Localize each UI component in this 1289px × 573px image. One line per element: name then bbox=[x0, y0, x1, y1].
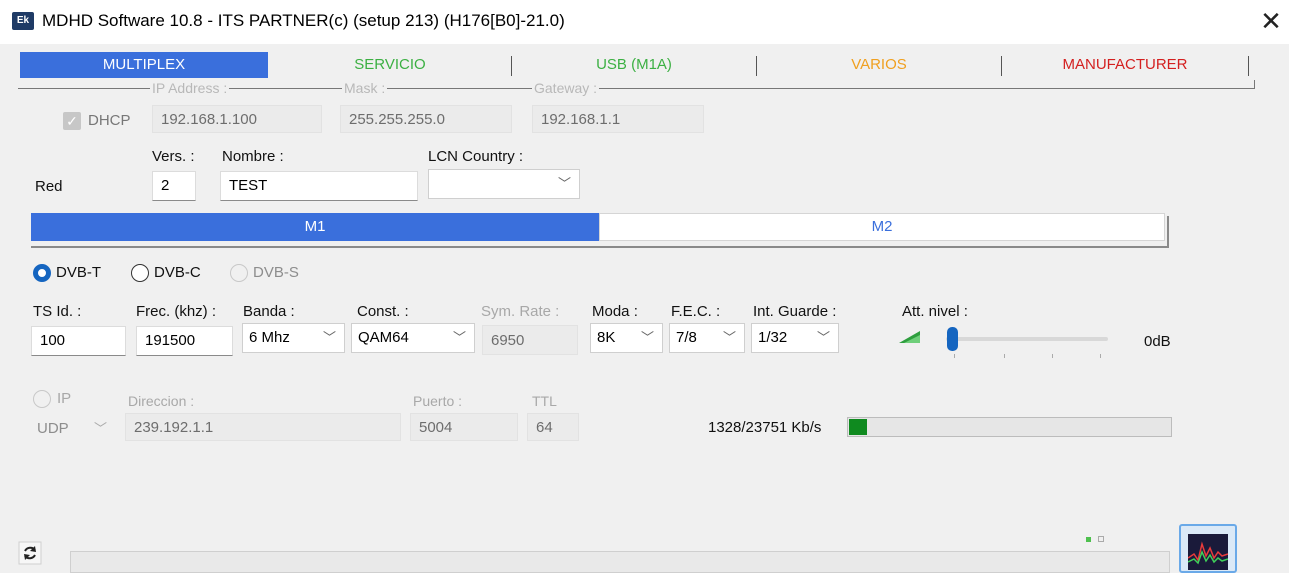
puerto-label: Puerto : bbox=[413, 393, 463, 409]
protocol-select[interactable]: UDP ﹀ bbox=[31, 415, 119, 443]
att-slider-thumb[interactable] bbox=[947, 327, 958, 351]
signal-icon bbox=[899, 331, 920, 343]
att-nivel-label: Att. nivel : bbox=[902, 303, 968, 320]
chevron-down-icon: ﹀ bbox=[93, 421, 107, 436]
att-value: 0dB bbox=[1144, 333, 1171, 350]
group-line-end bbox=[1254, 80, 1255, 89]
ttl-field[interactable]: 64 bbox=[527, 413, 579, 441]
lcn-country-label: LCN Country : bbox=[428, 148, 524, 165]
att-slider-track[interactable] bbox=[946, 337, 1108, 341]
tab-m1[interactable]: M1 bbox=[31, 213, 599, 241]
chevron-down-icon: ﹀ bbox=[557, 176, 571, 191]
const-label: Const. : bbox=[357, 303, 409, 320]
puerto-field[interactable]: 5004 bbox=[410, 413, 518, 441]
spectrum-button[interactable] bbox=[1179, 524, 1237, 573]
dvb-s-radio[interactable] bbox=[230, 264, 248, 282]
sym-rate-field[interactable]: 6950 bbox=[482, 325, 578, 355]
nombre-input[interactable]: TEST bbox=[220, 171, 418, 201]
ts-id-label: TS Id. : bbox=[33, 303, 82, 320]
tab-varios[interactable]: VARIOS bbox=[758, 52, 1000, 78]
dhcp-checkbox[interactable]: ✓ bbox=[63, 112, 81, 130]
chevron-down-icon: ﹀ bbox=[722, 330, 736, 345]
close-button[interactable]: ✕ bbox=[1256, 6, 1286, 36]
dvb-t-label: DVB-T bbox=[56, 264, 101, 281]
ip-address-caption: IP Address : bbox=[150, 80, 230, 96]
tab-separator bbox=[756, 56, 757, 76]
bitrate-progress-bar bbox=[847, 417, 1172, 437]
int-guarde-value: 1/32 bbox=[758, 329, 788, 346]
gateway-caption: Gateway : bbox=[532, 80, 600, 96]
fec-label: F.E.C. : bbox=[671, 303, 721, 320]
sym-rate-label: Sym. Rate : bbox=[481, 303, 560, 320]
chevron-down-icon: ﹀ bbox=[640, 330, 654, 345]
banda-label: Banda : bbox=[243, 303, 295, 320]
tab-usb[interactable]: USB (M1A) bbox=[513, 52, 755, 78]
dvb-s-label: DVB-S bbox=[253, 264, 299, 281]
status-led-green bbox=[1086, 537, 1091, 542]
tab-separator bbox=[1001, 56, 1002, 76]
slider-tick bbox=[1052, 354, 1053, 358]
mask-caption: Mask : bbox=[342, 80, 388, 96]
ip-address-field[interactable]: 192.168.1.100 bbox=[152, 105, 322, 133]
tab-separator bbox=[511, 56, 512, 76]
slider-tick bbox=[954, 354, 955, 358]
tab-m2[interactable]: M2 bbox=[599, 213, 1165, 241]
chevron-down-icon: ﹀ bbox=[452, 330, 466, 345]
refresh-button[interactable] bbox=[18, 541, 42, 565]
tab-separator bbox=[1248, 56, 1249, 76]
int-guarde-label: Int. Guarde : bbox=[753, 303, 837, 320]
dhcp-label: DHCP bbox=[88, 112, 131, 129]
slider-tick bbox=[1004, 354, 1005, 358]
int-guarde-select[interactable]: 1/32 ﹀ bbox=[751, 323, 839, 353]
moda-label: Moda : bbox=[592, 303, 638, 320]
sub-tab-underline bbox=[31, 246, 1169, 248]
dvb-c-radio[interactable] bbox=[131, 264, 149, 282]
ts-id-input[interactable]: 100 bbox=[31, 326, 126, 356]
refresh-icon bbox=[18, 541, 42, 565]
tab-manufacturer[interactable]: MANUFACTURER bbox=[1003, 52, 1247, 78]
mask-field[interactable]: 255.255.255.0 bbox=[340, 105, 512, 133]
spectrum-icon bbox=[1188, 534, 1228, 570]
chevron-down-icon: ﹀ bbox=[322, 330, 336, 345]
ttl-label: TTL bbox=[532, 393, 557, 409]
sub-tab-end bbox=[1167, 216, 1169, 248]
status-bar bbox=[70, 551, 1170, 573]
dvb-c-label: DVB-C bbox=[154, 264, 201, 281]
status-led-off bbox=[1098, 536, 1104, 542]
bitrate-progress-fill bbox=[849, 419, 867, 435]
ip-radio[interactable] bbox=[33, 390, 51, 408]
nombre-label: Nombre : bbox=[222, 148, 284, 165]
slider-tick bbox=[1100, 354, 1101, 358]
moda-select[interactable]: 8K ﹀ bbox=[590, 323, 663, 353]
vers-input[interactable]: 2 bbox=[152, 171, 196, 201]
tab-multiplex[interactable]: MULTIPLEX bbox=[20, 52, 268, 78]
chevron-down-icon: ﹀ bbox=[816, 330, 830, 345]
moda-value: 8K bbox=[597, 329, 616, 346]
direccion-label: Direccion : bbox=[128, 393, 195, 409]
app-icon: Ek bbox=[12, 12, 34, 30]
vers-label: Vers. : bbox=[152, 148, 195, 165]
frec-input[interactable]: 191500 bbox=[136, 326, 233, 356]
direccion-field[interactable]: 239.192.1.1 bbox=[125, 413, 401, 441]
bitrate-text: 1328/23751 Kb/s bbox=[708, 419, 822, 436]
const-select[interactable]: QAM64 ﹀ bbox=[351, 323, 475, 353]
dvb-t-radio[interactable] bbox=[33, 264, 51, 282]
ip-label: IP bbox=[57, 390, 72, 407]
lcn-country-select[interactable]: ﹀ bbox=[428, 169, 580, 199]
const-value: QAM64 bbox=[358, 329, 409, 346]
banda-select[interactable]: 6 Mhz ﹀ bbox=[242, 323, 345, 353]
window-title: MDHD Software 10.8 - ITS PARTNER(c) (set… bbox=[42, 11, 565, 30]
tab-servicio[interactable]: SERVICIO bbox=[270, 52, 510, 78]
gateway-field[interactable]: 192.168.1.1 bbox=[532, 105, 704, 133]
protocol-value: UDP bbox=[37, 420, 69, 437]
fec-select[interactable]: 7/8 ﹀ bbox=[669, 323, 745, 353]
frec-label: Frec. (khz) : bbox=[136, 303, 217, 320]
banda-value: 6 Mhz bbox=[249, 329, 290, 346]
red-label: Red bbox=[35, 178, 63, 195]
fec-value: 7/8 bbox=[676, 329, 697, 346]
